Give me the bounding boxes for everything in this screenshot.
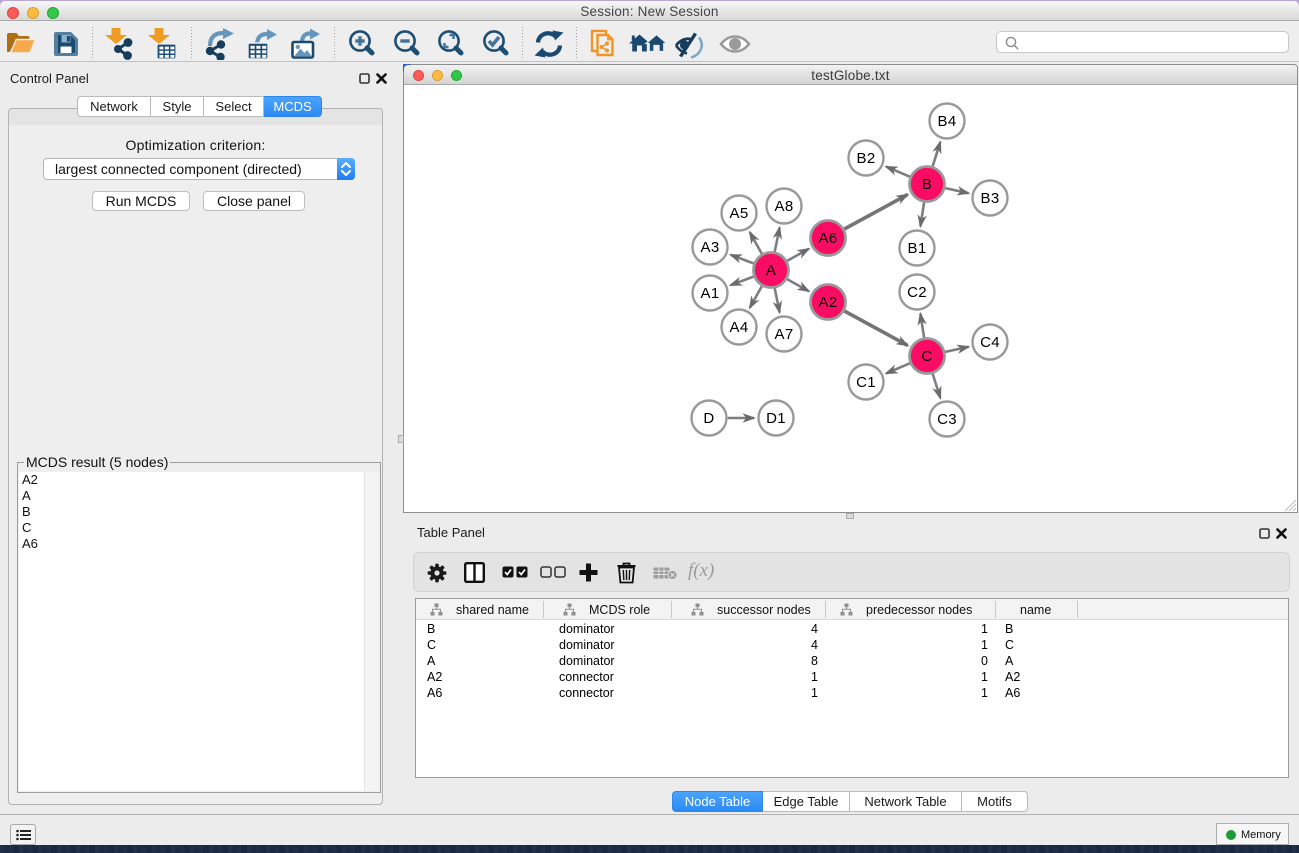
svg-text:C3: C3 xyxy=(937,411,957,428)
svg-text:A: A xyxy=(766,262,776,279)
svg-text:A6: A6 xyxy=(819,230,838,247)
svg-text:A8: A8 xyxy=(775,198,794,215)
svg-text:B4: B4 xyxy=(938,113,957,130)
svg-text:C: C xyxy=(921,348,932,365)
svg-text:B: B xyxy=(922,176,932,193)
svg-text:A2: A2 xyxy=(819,294,838,311)
svg-text:D: D xyxy=(703,410,714,427)
svg-text:A7: A7 xyxy=(775,326,794,343)
svg-text:A1: A1 xyxy=(701,285,720,302)
svg-text:C1: C1 xyxy=(856,374,876,391)
svg-text:A4: A4 xyxy=(730,319,749,336)
svg-text:D1: D1 xyxy=(766,410,786,427)
svg-text:A3: A3 xyxy=(701,239,720,256)
svg-text:C2: C2 xyxy=(907,284,927,301)
svg-text:A5: A5 xyxy=(730,205,749,222)
svg-text:B2: B2 xyxy=(857,150,876,167)
svg-text:B3: B3 xyxy=(981,190,1000,207)
svg-text:B1: B1 xyxy=(908,240,927,257)
svg-text:C4: C4 xyxy=(980,334,1000,351)
